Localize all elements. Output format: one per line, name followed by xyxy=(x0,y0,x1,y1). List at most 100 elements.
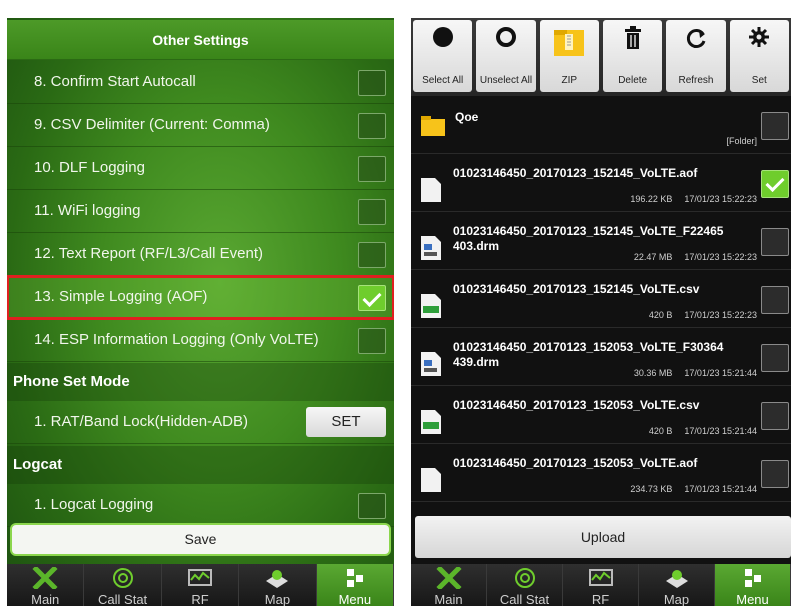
nav-menu[interactable]: Menu xyxy=(715,564,791,606)
file-row[interactable]: 01023146450_20170123_152145_VoLTE.aof 19… xyxy=(411,156,791,212)
unselect-all-button[interactable]: Unselect All xyxy=(476,20,536,92)
file-size: 234.73 KB xyxy=(630,484,673,494)
file-size: 420 B xyxy=(648,310,673,320)
setting-label: 1. RAT/Band Lock(Hidden-ADB) xyxy=(34,413,248,430)
toolbar-label: ZIP xyxy=(561,75,578,86)
file-name: 01023146450_20170123_152053_VoLTE_F30364… xyxy=(453,340,724,369)
refresh-button[interactable]: Refresh xyxy=(666,20,726,92)
setting-item-csv-delimiter[interactable]: 9. CSV Delimiter (Current: Comma) xyxy=(7,104,394,147)
checkbox[interactable] xyxy=(761,344,789,372)
checkbox[interactable] xyxy=(358,199,386,225)
checkbox[interactable] xyxy=(761,112,789,140)
nav-label: Menu xyxy=(736,592,769,606)
setting-label: 10. DLF Logging xyxy=(34,159,145,176)
file-meta: 30.36 MB 17/01/23 15:21:44 xyxy=(622,368,757,378)
setting-label: 9. CSV Delimiter (Current: Comma) xyxy=(34,116,270,133)
nav-main[interactable]: Main xyxy=(411,564,487,606)
nav-rf[interactable]: RF xyxy=(563,564,639,606)
menu-icon xyxy=(744,569,761,587)
setting-label: 14. ESP Information Logging (Only VoLTE) xyxy=(34,331,319,348)
checkbox[interactable] xyxy=(761,286,789,314)
checkbox[interactable] xyxy=(761,460,789,488)
file-name: 01023146450_20170123_152053_VoLTE.csv xyxy=(453,398,700,412)
file-size: 22.47 MB xyxy=(633,252,673,262)
file-name: 01023146450_20170123_152145_VoLTE.aof xyxy=(453,166,698,180)
nav-label: Call Stat xyxy=(98,592,148,606)
file-size: 420 B xyxy=(648,426,673,436)
nav-label: Map xyxy=(663,592,690,606)
zip-button[interactable]: ZIP xyxy=(539,20,599,92)
checkbox[interactable] xyxy=(761,228,789,256)
delete-button[interactable]: Delete xyxy=(602,20,663,92)
folder-icon xyxy=(421,116,445,136)
file-row[interactable]: 01023146450_20170123_152145_VoLTE.csv 42… xyxy=(411,272,791,328)
rf-icon xyxy=(588,569,613,586)
file-date: 17/01/23 15:22:23 xyxy=(684,194,757,204)
set-button[interactable]: SET xyxy=(306,407,386,437)
setting-item-logcat-logging[interactable]: 1. Logcat Logging xyxy=(7,484,394,527)
nav-main[interactable]: Main xyxy=(7,564,85,606)
file-row-folder[interactable]: Qoe [Folder] xyxy=(411,98,791,154)
checkbox[interactable] xyxy=(358,156,386,182)
set-button[interactable]: Set xyxy=(729,20,789,92)
setting-item-esp-logging[interactable]: 14. ESP Information Logging (Only VoLTE) xyxy=(7,319,394,362)
nav-label: Map xyxy=(264,592,291,606)
file-meta: 196.22 KB 17/01/23 15:22:23 xyxy=(618,194,757,204)
bottom-nav: Main Call Stat RF Map Menu xyxy=(7,564,394,606)
x-main-icon xyxy=(32,567,58,589)
file-row[interactable]: 01023146450_20170123_152053_VoLTE.csv 42… xyxy=(411,388,791,444)
checkbox[interactable] xyxy=(761,402,789,430)
file-meta: 420 B 17/01/23 15:22:23 xyxy=(637,310,757,320)
file-icon xyxy=(421,468,441,492)
nav-menu[interactable]: Menu xyxy=(316,564,394,606)
setting-item-text-report[interactable]: 12. Text Report (RF/L3/Call Event) xyxy=(7,233,394,276)
toolbar: Select All Unselect All ZIP Delete Refre… xyxy=(411,18,791,96)
map-icon xyxy=(266,570,289,588)
setting-item-dlf-logging[interactable]: 10. DLF Logging xyxy=(7,147,394,190)
settings-panel: Other Settings 8. Confirm Start Autocall… xyxy=(7,18,394,606)
checkbox[interactable] xyxy=(358,242,386,268)
upload-button[interactable]: Upload xyxy=(415,516,791,558)
file-date: 17/01/23 15:21:44 xyxy=(684,426,757,436)
file-row[interactable]: 01023146450_20170123_152053_VoLTE.aof 23… xyxy=(411,446,791,502)
nav-label: Menu xyxy=(338,592,372,606)
file-type: [Folder] xyxy=(726,136,757,146)
nav-label: RF xyxy=(191,592,209,606)
trash-icon xyxy=(624,26,641,49)
file-size: 196.22 KB xyxy=(630,194,673,204)
setting-item-simple-logging[interactable]: 13. Simple Logging (AOF) xyxy=(7,275,394,320)
file-name: 01023146450_20170123_152145_VoLTE.csv xyxy=(453,282,700,296)
file-row[interactable]: 01023146450_20170123_152145_VoLTE_F22465… xyxy=(411,214,791,270)
drm-file-icon xyxy=(421,352,441,376)
call-stat-icon xyxy=(514,568,535,588)
checkbox[interactable] xyxy=(358,493,386,519)
save-button[interactable]: Save xyxy=(10,523,391,556)
checkbox-checked[interactable] xyxy=(358,285,386,311)
nav-map[interactable]: Map xyxy=(639,564,715,606)
section-header-phone-set-mode: Phone Set Mode xyxy=(7,363,394,401)
map-icon xyxy=(665,570,688,588)
setting-item-confirm-autocall[interactable]: 8. Confirm Start Autocall xyxy=(7,61,394,104)
checkbox-checked[interactable] xyxy=(761,170,789,198)
nav-rf[interactable]: RF xyxy=(161,564,240,606)
csv-file-icon xyxy=(421,294,441,318)
toolbar-label: Set xyxy=(751,75,767,86)
call-stat-icon xyxy=(112,568,133,588)
file-icon xyxy=(421,178,441,202)
nav-label: Call Stat xyxy=(499,592,550,606)
file-row[interactable]: 01023146450_20170123_152053_VoLTE_F30364… xyxy=(411,330,791,386)
select-all-button[interactable]: Select All xyxy=(413,20,473,92)
checkbox[interactable] xyxy=(358,328,386,354)
toolbar-label: Unselect All xyxy=(479,75,533,86)
setting-item-wifi-logging[interactable]: 11. WiFi logging xyxy=(7,190,394,233)
nav-map[interactable]: Map xyxy=(239,564,317,606)
nav-call-stat[interactable]: Call Stat xyxy=(84,564,162,606)
toolbar-label: Refresh xyxy=(678,75,714,86)
setting-item-rat-band-lock: 1. RAT/Band Lock(Hidden-ADB) SET xyxy=(7,401,394,444)
nav-call-stat[interactable]: Call Stat xyxy=(487,564,563,606)
csv-file-icon xyxy=(421,410,441,434)
zip-folder-icon xyxy=(554,30,585,56)
checkbox[interactable] xyxy=(358,70,386,96)
checkbox[interactable] xyxy=(358,113,386,139)
setting-label: 13. Simple Logging (AOF) xyxy=(34,288,208,305)
